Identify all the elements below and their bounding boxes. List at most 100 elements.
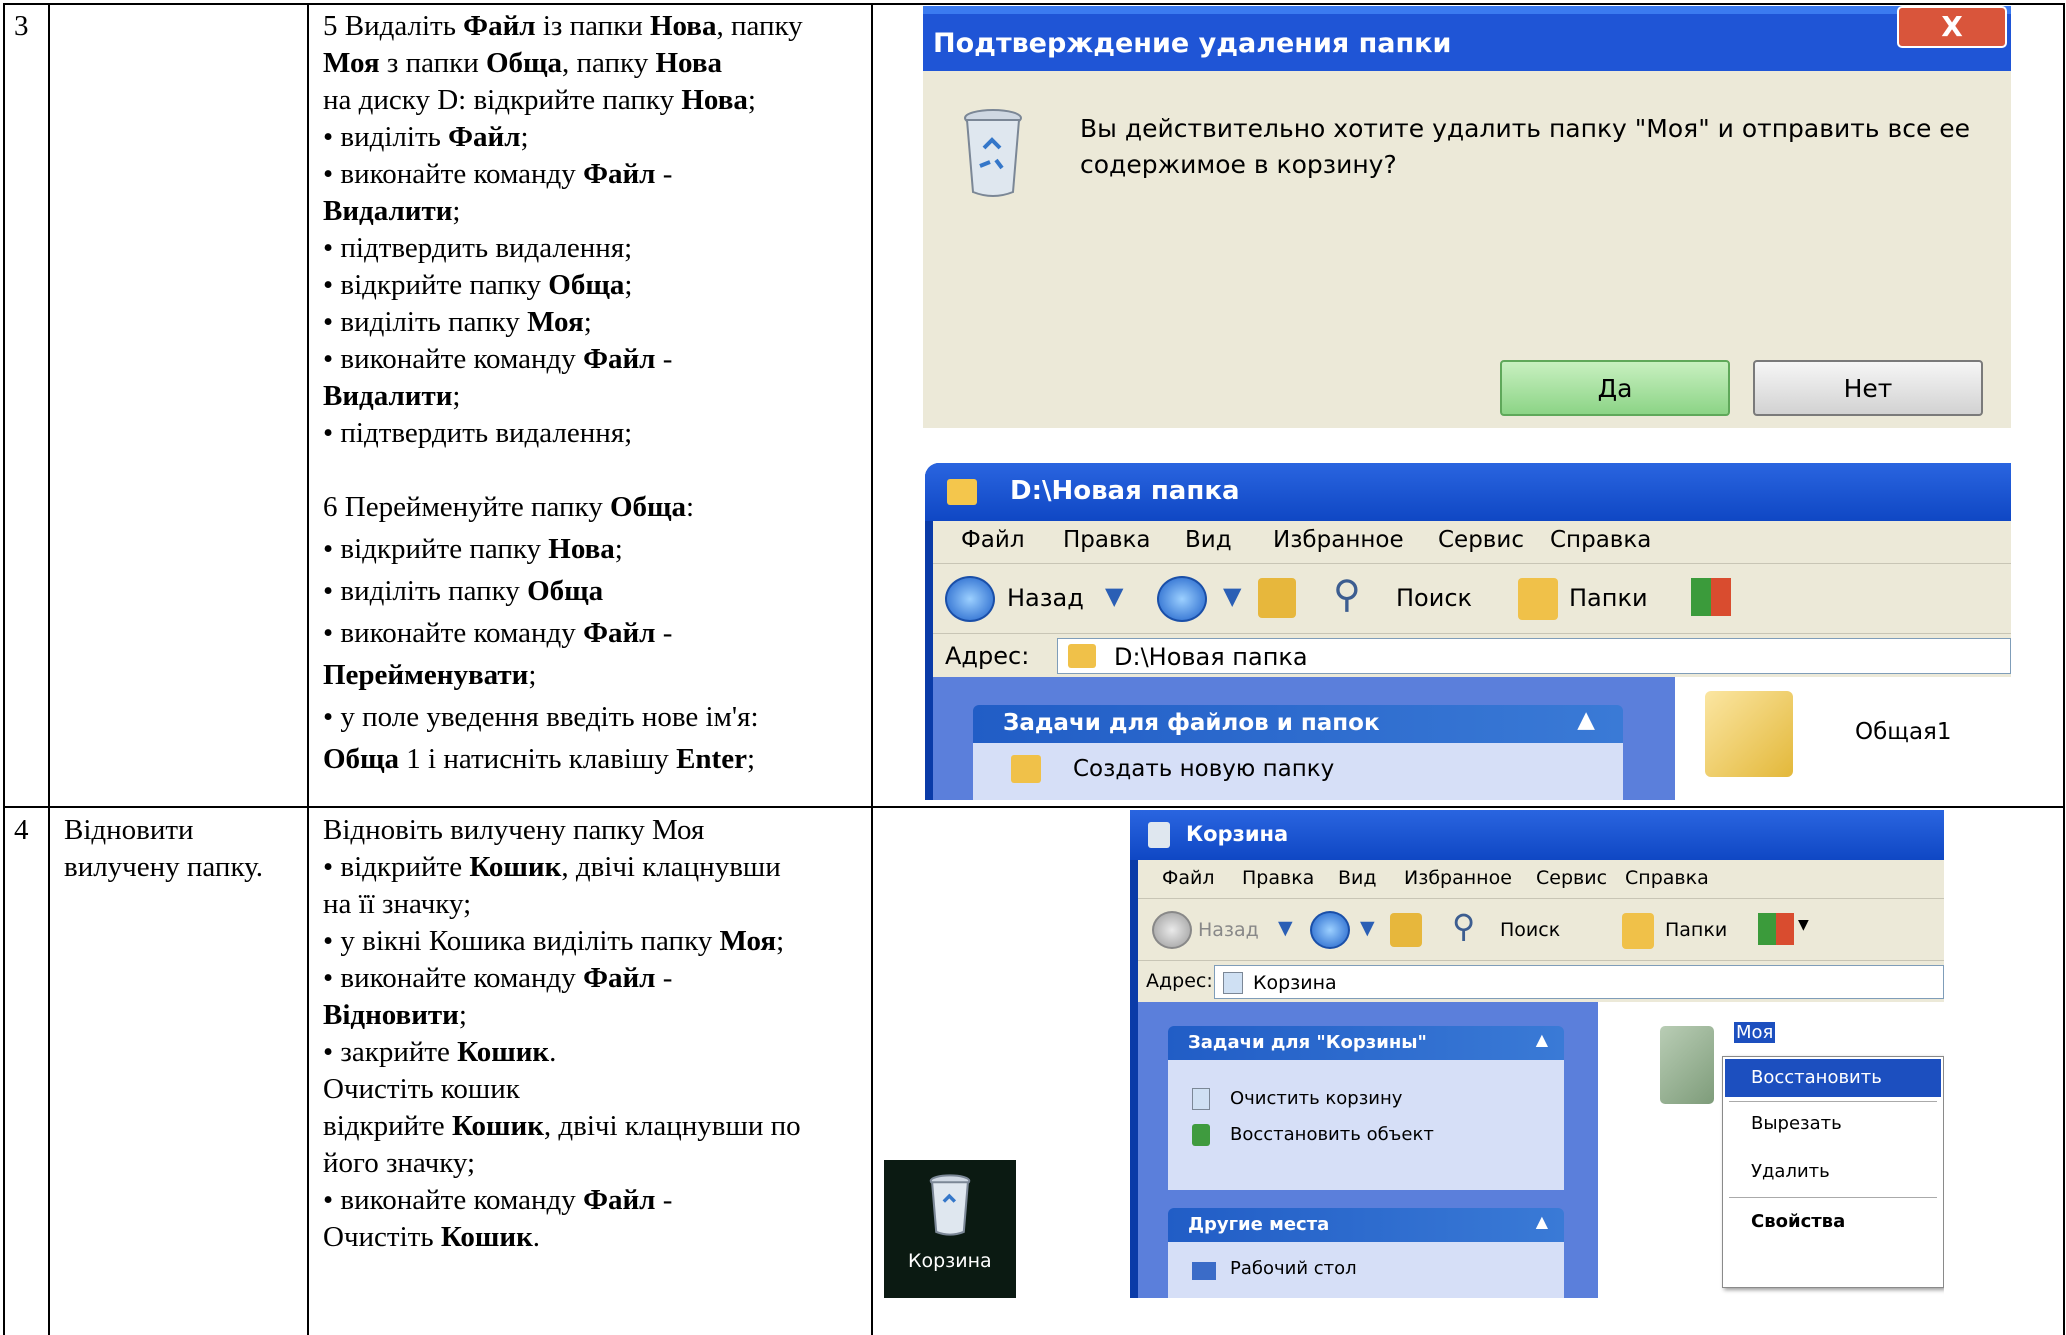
folder-moya-icon[interactable] xyxy=(1660,1026,1714,1104)
task-restore-object[interactable]: Восстановить объект xyxy=(1230,1124,1434,1145)
views-icon[interactable] xyxy=(1758,913,1794,945)
empty-recycle-icon xyxy=(1192,1088,1210,1110)
views-dropdown-icon[interactable]: ▼ xyxy=(1798,917,1809,933)
no-button[interactable]: Нет xyxy=(1753,360,1983,416)
place-desktop[interactable]: Рабочий стол xyxy=(1230,1258,1357,1279)
address-folder-icon xyxy=(1068,644,1096,668)
instruction-line: Очистіть Кошик. xyxy=(323,1219,863,1256)
folder-moya-label[interactable]: Моя xyxy=(1734,1022,1776,1043)
up-folder-icon[interactable] xyxy=(1390,913,1422,947)
collapse-chevron-icon[interactable]: ▲ xyxy=(1577,707,1595,733)
bold-term: Обща xyxy=(485,47,563,79)
bold-term: Файл xyxy=(583,617,656,649)
bold-term: Кошик xyxy=(440,1221,533,1253)
forward-dropdown-icon[interactable]: ▼ xyxy=(1360,917,1375,939)
menu-edit[interactable]: Правка xyxy=(1063,527,1151,553)
menu-tools[interactable]: Сервис xyxy=(1438,527,1524,553)
instruction-text: • закрийте xyxy=(323,1036,458,1068)
folders-icon[interactable] xyxy=(1518,578,1558,620)
context-restore[interactable]: Восстановить xyxy=(1725,1059,1941,1097)
folder-icon xyxy=(947,479,977,505)
instruction-line: на її значку; xyxy=(323,886,863,923)
instruction-line: його значку; xyxy=(323,1145,863,1182)
folders-button-label[interactable]: Папки xyxy=(1569,584,1648,612)
task-empty-recycle-bin[interactable]: Очистить корзину xyxy=(1230,1088,1402,1109)
menu-favorites[interactable]: Избранное xyxy=(1273,527,1404,553)
menu-file[interactable]: Файл xyxy=(1162,867,1215,889)
other-places-list: Рабочий стол xyxy=(1168,1242,1564,1298)
desktop-recycle-bin[interactable]: Корзина xyxy=(884,1160,1016,1298)
address-field[interactable]: Корзина xyxy=(1214,965,1944,999)
context-cut[interactable]: Вырезать xyxy=(1725,1113,1941,1149)
instruction-text: - xyxy=(655,1184,673,1216)
dialog-close-button[interactable]: X xyxy=(1897,6,2007,48)
task-panel-header[interactable]: Задачи для файлов и папок ▲ xyxy=(973,705,1623,743)
instruction-text: Очистіть xyxy=(323,1221,441,1253)
search-icon[interactable]: ⚲ xyxy=(1333,572,1361,616)
context-properties[interactable]: Свойства xyxy=(1725,1211,1941,1247)
menu-file[interactable]: Файл xyxy=(961,527,1025,553)
search-icon[interactable]: ⚲ xyxy=(1452,907,1475,945)
folders-icon[interactable] xyxy=(1622,913,1654,949)
address-recycle-icon xyxy=(1223,972,1243,994)
folder-obshaya-label[interactable]: Общая1 xyxy=(1855,719,1952,745)
explorer1-title: D:\Новая папка xyxy=(1010,476,1240,506)
forward-arrow-icon[interactable] xyxy=(1157,576,1207,622)
search-button-label[interactable]: Поиск xyxy=(1396,584,1472,612)
back-arrow-icon[interactable] xyxy=(1152,911,1192,949)
folders-button-label[interactable]: Папки xyxy=(1665,919,1727,941)
forward-arrow-icon[interactable] xyxy=(1310,911,1350,949)
forward-dropdown-icon[interactable]: ▼ xyxy=(1223,582,1241,610)
menu-view[interactable]: Вид xyxy=(1338,867,1377,889)
context-delete[interactable]: Удалить xyxy=(1725,1161,1941,1197)
bold-term: Файл xyxy=(583,343,656,375)
instruction-text: . xyxy=(549,1036,557,1068)
recycle-bin-title-icon xyxy=(1148,822,1170,848)
step6-text: 6 Перейменуйте папку Обща: • відкрийте па… xyxy=(323,486,863,780)
instruction-text: відкрийте xyxy=(323,1110,452,1142)
search-button-label[interactable]: Поиск xyxy=(1500,919,1560,941)
views-icon[interactable] xyxy=(1691,578,1731,616)
bold-term: Enter xyxy=(676,743,747,775)
address-label: Адрес: xyxy=(1146,970,1213,992)
instruction-text: ; xyxy=(747,84,756,116)
address-field[interactable]: D:\Новая папка xyxy=(1057,638,2011,674)
folder-obshaya-icon[interactable] xyxy=(1705,691,1793,777)
bold-term: Файл xyxy=(583,962,656,994)
instruction-text: • підтвердить видалення; xyxy=(323,232,633,264)
step5-text: 5 Видаліть Файл із папки Нова, папку Моя … xyxy=(323,8,863,452)
task-create-folder[interactable]: Создать новую папку xyxy=(1073,756,1334,782)
back-button-label[interactable]: Назад xyxy=(1198,919,1259,941)
back-dropdown-icon[interactable]: ▼ xyxy=(1278,917,1293,939)
explorer2-titlebar: Корзина xyxy=(1130,810,1944,860)
menu-view[interactable]: Вид xyxy=(1185,527,1232,553)
back-dropdown-icon[interactable]: ▼ xyxy=(1105,582,1123,610)
instruction-line: • закрийте Кошик. xyxy=(323,1034,863,1071)
menu-edit[interactable]: Правка xyxy=(1242,867,1314,889)
collapse-chevron-icon[interactable]: ▲ xyxy=(1536,1030,1548,1049)
address-value: Корзина xyxy=(1253,972,1337,994)
row-number-3: 3 xyxy=(14,10,29,42)
back-arrow-icon[interactable] xyxy=(945,576,995,622)
menu-help[interactable]: Справка xyxy=(1550,527,1651,553)
explorer1-addressbar: Адрес: D:\Новая папка xyxy=(933,633,2011,677)
yes-button[interactable]: Да xyxy=(1500,360,1730,416)
menu-favorites[interactable]: Избранное xyxy=(1404,867,1512,889)
instruction-line: • відкрийте папку Нова; xyxy=(323,528,863,570)
instruction-line: • у поле уведення введіть нове ім'я: xyxy=(323,696,863,738)
context-separator xyxy=(1729,1101,1937,1102)
instruction-text: : xyxy=(686,491,695,523)
collapse-chevron-icon[interactable]: ▲ xyxy=(1536,1212,1548,1231)
instruction-line: • виконайте команду Файл - xyxy=(323,612,863,654)
menu-tools[interactable]: Сервис xyxy=(1536,867,1607,889)
other-places-header[interactable]: Другие места ▲ xyxy=(1168,1208,1564,1242)
back-button-label[interactable]: Назад xyxy=(1007,584,1084,612)
recycle-tasks-header[interactable]: Задачи для "Корзины" ▲ xyxy=(1168,1026,1564,1060)
explorer1-titlebar: D:\Новая папка xyxy=(925,463,2011,521)
up-folder-icon[interactable] xyxy=(1258,578,1296,618)
bold-term: Файл xyxy=(583,158,656,190)
instruction-text: ; xyxy=(452,195,461,227)
instruction-text: • виконайте команду xyxy=(323,1184,584,1216)
menu-help[interactable]: Справка xyxy=(1625,867,1709,889)
instruction-text: - xyxy=(655,962,673,994)
